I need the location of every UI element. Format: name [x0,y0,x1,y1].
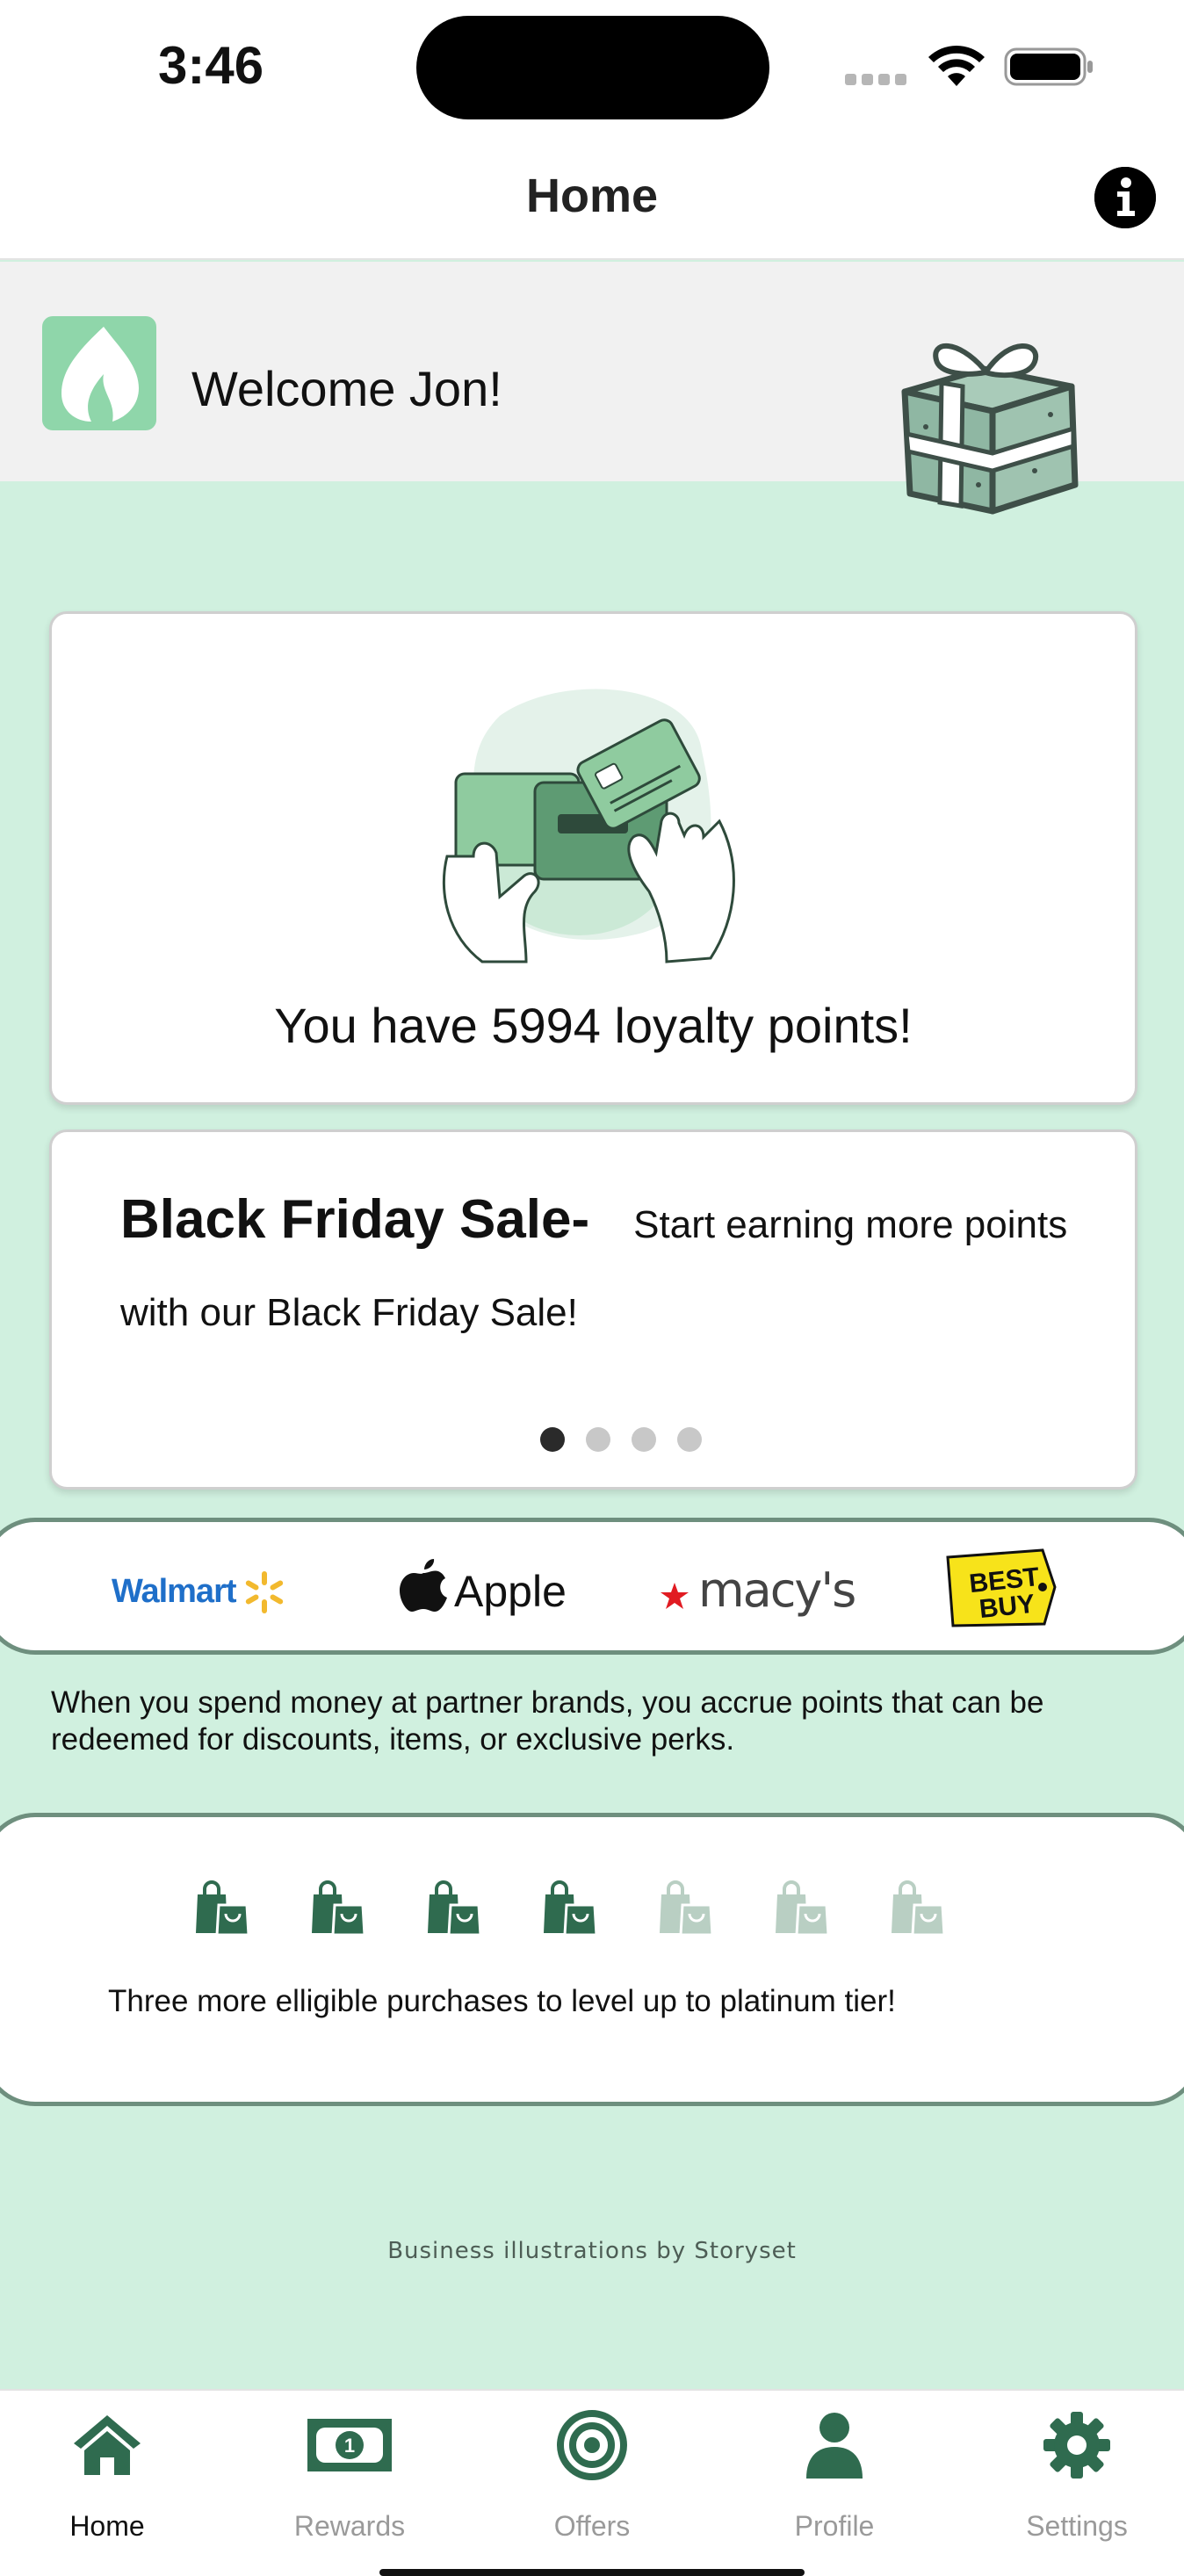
illustration-credit: Business illustrations by Storyset [387,2238,797,2264]
bestbuy-wordmark: BEST BUY [967,1562,1041,1625]
shopping-bag-icon-empty [892,1880,946,1937]
page-dot-1[interactable] [540,1427,565,1452]
nav-header: Home [0,132,1184,260]
signal-icon [845,74,908,86]
apple-logo[interactable]: Apple [400,1559,575,1629]
page-title: Home [525,170,659,222]
tab-profile-label: Profile [794,2510,875,2542]
tier-progress-card: Three more elligible purchases to level … [0,1813,1184,2106]
walmart-logo[interactable]: Walmart [112,1559,296,1629]
tab-rewards-label: Rewards [293,2510,406,2542]
status-time: 3:46 [158,36,264,95]
walmart-wordmark: Walmart [112,1573,237,1610]
shopping-bag-icon-empty [660,1880,714,1937]
welcome-banner: Welcome Jon! [0,262,1184,515]
home-indicator [379,2569,805,2576]
shopping-bag-icon-filled [312,1880,366,1937]
shopping-bag-icon-filled [428,1880,482,1937]
house-icon [74,2415,141,2475]
flame-icon [61,327,139,422]
target-icon [557,2410,627,2480]
wallet-illustration [442,689,735,963]
apple-wordmark: Apple [454,1567,567,1616]
dynamic-island [416,16,769,119]
apple-icon [400,1559,447,1612]
star-icon [661,1583,689,1609]
partner-brands-strip: Walmart Apple macy's BEST BUY [0,1518,1184,1655]
wifi-icon [928,46,985,86]
tab-home-label: Home [69,2510,145,2542]
tab-profile[interactable]: Profile [747,2410,922,2551]
status-bar: 3:46 [0,0,1184,132]
gift-icon [901,343,1079,515]
page-dot-3[interactable] [632,1427,656,1452]
shopping-bag-icon-filled [196,1880,250,1937]
tab-bar: Home 1 Rewards Offers Profile Settings [0,2389,1184,2576]
shopping-bag-icon-filled [544,1880,598,1937]
promo-title: Black Friday Sale- [120,1189,590,1250]
page-dot-2[interactable] [586,1427,610,1452]
person-icon [806,2413,863,2479]
battery-icon [1004,47,1093,86]
app-logo [42,316,156,430]
shopping-bag-icon-empty [776,1880,830,1937]
walmart-spark-icon [245,1571,284,1613]
tab-home[interactable]: Home [19,2410,195,2551]
macys-logo[interactable]: macy's [660,1559,856,1629]
promo-content: Black Friday Sale- Start earning more poi… [120,1176,1104,1357]
svg-text:1: 1 [344,2435,355,2457]
tab-offers[interactable]: Offers [504,2410,680,2551]
welcome-text: Welcome Jon! [191,361,502,416]
loyalty-points-text: You have 5994 loyalty points! [274,998,913,1053]
page-dot-4[interactable] [677,1427,702,1452]
tab-rewards[interactable]: 1 Rewards [262,2410,437,2551]
loyalty-points-card[interactable]: You have 5994 loyalty points! [49,611,1137,1105]
banknote-icon: 1 [307,2419,392,2471]
info-button[interactable] [1094,167,1156,228]
bestbuy-logo[interactable]: BEST BUY [944,1548,1067,1629]
macys-wordmark: macy's [698,1562,856,1618]
tab-settings[interactable]: Settings [989,2410,1165,2551]
info-icon [1094,167,1156,228]
promo-carousel-card[interactable]: Black Friday Sale- Start earning more poi… [49,1129,1137,1490]
tab-settings-label: Settings [1026,2510,1128,2542]
tab-offers-label: Offers [553,2510,631,2542]
gear-icon [1043,2412,1110,2479]
points-info-text: When you spend money at partner brands, … [51,1685,1044,1757]
tier-progress-text: Three more elligible purchases to level … [108,1984,896,2018]
